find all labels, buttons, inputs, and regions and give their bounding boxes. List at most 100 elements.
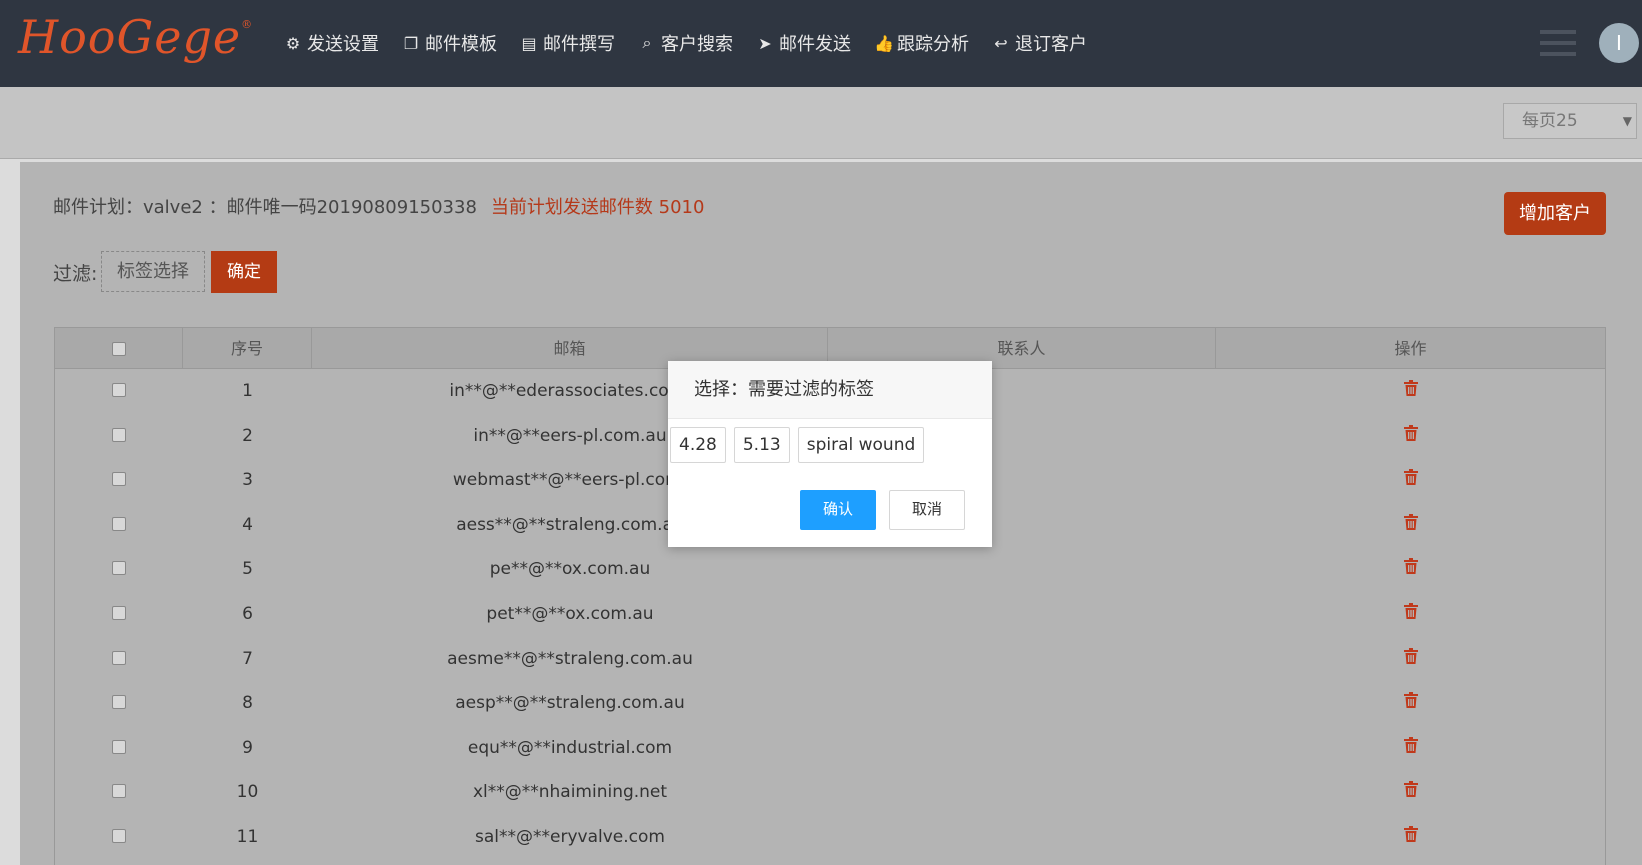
delete-icon[interactable] bbox=[1403, 458, 1418, 502]
row-checkbox[interactable] bbox=[112, 561, 126, 576]
row-select-cell bbox=[55, 681, 183, 726]
row-select-cell bbox=[55, 592, 183, 637]
main-nav: ⚙ 发送设置 ❐ 邮件模板 ▤ 邮件撰写 ⌕ 客户搜索 ➤ 邮件发送 👍 跟踪分析 ↩ 退订客户 bbox=[284, 30, 1087, 56]
row-checkbox[interactable] bbox=[112, 472, 126, 487]
per-page-select[interactable]: 每页25 ▼ bbox=[1503, 103, 1637, 139]
filter-confirm-button[interactable]: 确定 bbox=[211, 251, 277, 293]
row-checkbox[interactable] bbox=[112, 650, 126, 665]
row-actions bbox=[1216, 770, 1605, 815]
delete-icon[interactable] bbox=[1403, 770, 1418, 814]
row-checkbox[interactable] bbox=[112, 784, 126, 799]
nav-label: 跟踪分析 bbox=[897, 34, 969, 55]
row-index: 10 bbox=[236, 782, 259, 803]
thumbs-up-icon: 👍 bbox=[874, 33, 894, 53]
delete-icon[interactable] bbox=[1403, 637, 1418, 681]
menu-grid-icon[interactable] bbox=[1540, 30, 1576, 58]
nav-item-4[interactable]: ➤ 邮件发送 bbox=[756, 30, 851, 56]
row-email: pet**@**ox.com.au bbox=[486, 603, 654, 624]
logo-text: HooGege bbox=[18, 10, 242, 64]
row-checkbox[interactable] bbox=[112, 695, 126, 710]
tag-list: 4.28 5.13 spiral wound bbox=[670, 427, 925, 463]
tag-filter-dialog: 选择：需要过滤的标签 4.28 5.13 spiral wound 确认 取消 bbox=[668, 361, 992, 547]
delete-icon[interactable] bbox=[1403, 726, 1418, 770]
row-index: 4 bbox=[242, 514, 253, 535]
row-checkbox[interactable] bbox=[112, 739, 126, 754]
per-page-value: 每页25 bbox=[1522, 111, 1578, 131]
delete-icon[interactable] bbox=[1403, 815, 1418, 859]
caret-down-icon: ▼ bbox=[1622, 114, 1632, 128]
plan-info: 邮件计划：valve2 ：邮件唯一码20190809150338 当前计划发送邮件… bbox=[53, 193, 704, 219]
delete-icon[interactable] bbox=[1403, 414, 1418, 458]
row-index: 6 bbox=[242, 603, 253, 624]
row-actions bbox=[1216, 458, 1605, 503]
nav-item-0[interactable]: ⚙ 发送设置 bbox=[284, 30, 379, 56]
row-email: xl**@**nhaimining.net bbox=[472, 782, 668, 803]
row-index: 1 bbox=[242, 381, 253, 401]
nav-label: 发送设置 bbox=[307, 34, 379, 55]
row-contact bbox=[828, 681, 1216, 726]
tag-chip[interactable]: 5.13 bbox=[733, 427, 790, 463]
row-checkbox[interactable] bbox=[112, 516, 126, 531]
delete-icon[interactable] bbox=[1403, 681, 1418, 725]
row-index: 5 bbox=[242, 559, 253, 580]
search-icon: ⌕ bbox=[642, 33, 652, 52]
nav-label: 退订客户 bbox=[1015, 34, 1087, 55]
gear-icon: ⚙ bbox=[285, 33, 301, 53]
avatar[interactable]: I bbox=[1599, 23, 1639, 63]
row-email: sal**@**eryvalve.com bbox=[475, 826, 665, 847]
delete-icon[interactable] bbox=[1403, 592, 1418, 636]
row-contact bbox=[828, 770, 1216, 815]
row-actions bbox=[1216, 726, 1605, 771]
nav-item-2[interactable]: ▤ 邮件撰写 bbox=[520, 30, 615, 56]
row-select-cell bbox=[55, 637, 183, 682]
delete-icon[interactable] bbox=[1403, 369, 1418, 413]
row-index: 8 bbox=[242, 693, 253, 714]
row-email: pe**@**ox.com.au bbox=[489, 559, 651, 580]
tag-chip[interactable]: spiral wound bbox=[797, 427, 925, 463]
row-actions bbox=[1216, 815, 1605, 860]
delete-icon[interactable] bbox=[1403, 503, 1418, 547]
table-row: 10 xl**@**nhaimining.net bbox=[55, 770, 1605, 815]
nav-item-3[interactable]: ⌕ 客户搜索 bbox=[638, 30, 733, 56]
nav-label: 邮件发送 bbox=[779, 34, 851, 55]
row-contact bbox=[828, 815, 1216, 860]
row-checkbox[interactable] bbox=[112, 605, 126, 620]
plan-text: 邮件计划：valve2 ：邮件唯一码20190809150338 bbox=[53, 197, 477, 218]
row-select-cell bbox=[55, 458, 183, 503]
row-contact bbox=[828, 592, 1216, 637]
tag-select-button[interactable]: 标签选择 bbox=[101, 251, 205, 292]
row-checkbox[interactable] bbox=[112, 828, 126, 843]
row-select-cell bbox=[55, 503, 183, 548]
nav-item-5[interactable]: 👍 跟踪分析 bbox=[874, 30, 969, 56]
row-index: 2 bbox=[242, 425, 253, 446]
row-email: aesp**@**straleng.com.au bbox=[455, 693, 685, 714]
row-contact bbox=[828, 726, 1216, 771]
copy-icon: ❐ bbox=[403, 33, 419, 53]
table-row: 11 sal**@**eryvalve.com bbox=[55, 815, 1605, 860]
row-select-cell bbox=[55, 369, 183, 414]
add-customer-button[interactable]: 增加客户 bbox=[1504, 192, 1606, 235]
dialog-cancel-button[interactable]: 取消 bbox=[889, 490, 965, 530]
row-select-cell bbox=[55, 770, 183, 815]
row-index: 11 bbox=[236, 826, 259, 847]
table-row: 8 aesp**@**straleng.com.au bbox=[55, 681, 1605, 726]
table-row: 9 equ**@**industrial.com bbox=[55, 726, 1605, 771]
row-checkbox[interactable] bbox=[112, 427, 126, 442]
nav-item-1[interactable]: ❐ 邮件模板 bbox=[402, 30, 497, 56]
row-actions bbox=[1216, 503, 1605, 548]
row-select-cell bbox=[55, 414, 183, 459]
top-nav-bar: HooGege® ⚙ 发送设置 ❐ 邮件模板 ▤ 邮件撰写 ⌕ 客户搜索 ➤ 邮件发送 👍 跟踪分析 ↩… bbox=[0, 0, 1642, 87]
nav-item-6[interactable]: ↩ 退订客户 bbox=[992, 30, 1087, 56]
row-index: 9 bbox=[242, 737, 253, 758]
table-row: 5 pe**@**ox.com.au bbox=[55, 547, 1605, 592]
nav-label: 客户搜索 bbox=[661, 34, 733, 55]
dialog-confirm-button[interactable]: 确认 bbox=[800, 490, 876, 530]
file-icon: ▤ bbox=[521, 33, 537, 53]
tag-chip[interactable]: 4.28 bbox=[670, 427, 726, 463]
row-checkbox[interactable] bbox=[112, 383, 126, 397]
brand-logo[interactable]: HooGege® bbox=[18, 10, 253, 64]
filter-label: 过滤: bbox=[53, 263, 98, 285]
nav-label: 邮件模板 bbox=[425, 34, 497, 55]
select-all-checkbox[interactable] bbox=[111, 341, 126, 356]
delete-icon[interactable] bbox=[1403, 547, 1418, 591]
